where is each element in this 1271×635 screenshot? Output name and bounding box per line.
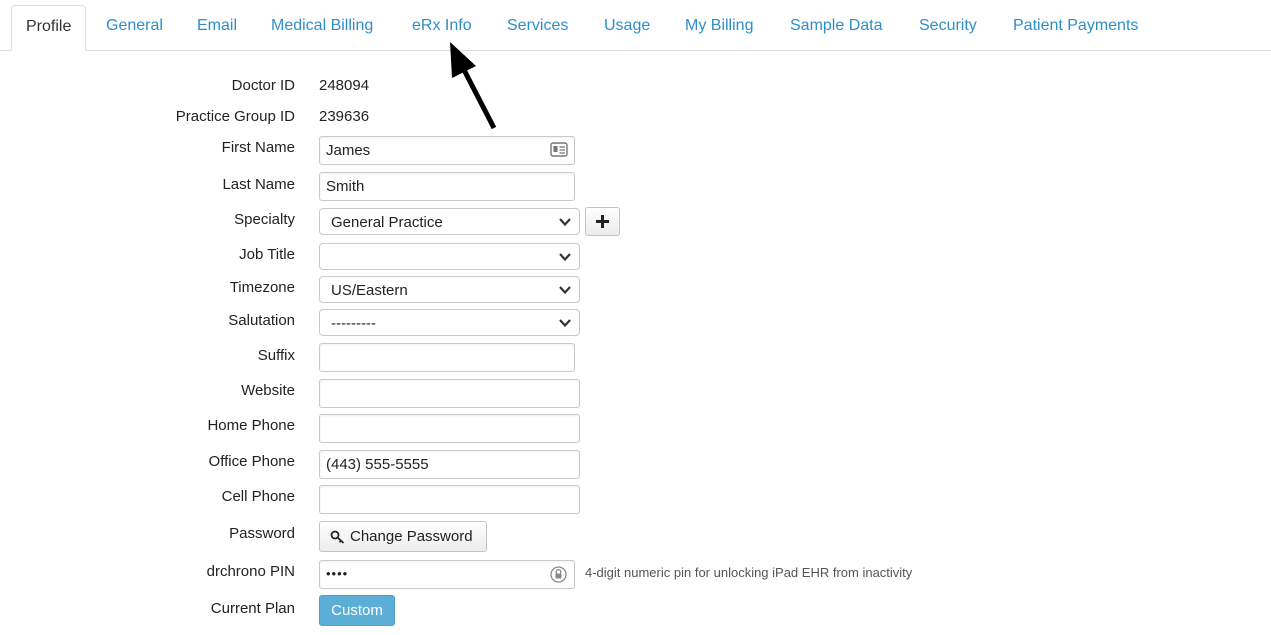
password-label: Password xyxy=(229,525,295,542)
tab-profile[interactable]: Profile xyxy=(11,5,87,51)
lock-icon xyxy=(550,566,567,583)
contact-card-icon xyxy=(550,142,568,157)
tab-usage[interactable]: Usage xyxy=(604,17,650,35)
pin-value: •••• xyxy=(326,566,349,581)
annotation-arrow-icon xyxy=(450,42,497,130)
tab-patient-payments[interactable]: Patient Payments xyxy=(1013,17,1138,35)
doctor-id-label: Doctor ID xyxy=(231,77,295,94)
settings-tabs: Profile General Email Medical Billing eR… xyxy=(0,0,1271,51)
last-name-value: Smith xyxy=(326,178,365,195)
chevron-down-icon xyxy=(559,319,571,328)
tab-medical-billing[interactable]: Medical Billing xyxy=(271,17,373,35)
chevron-down-icon xyxy=(559,218,571,227)
plus-icon xyxy=(596,215,609,228)
key-icon xyxy=(330,530,345,544)
tab-security[interactable]: Security xyxy=(919,17,977,35)
first-name-value: James xyxy=(326,142,371,159)
tab-email[interactable]: Email xyxy=(197,17,237,35)
suffix-label: Suffix xyxy=(257,347,295,364)
practice-group-id-label: Practice Group ID xyxy=(175,108,295,125)
website-input[interactable] xyxy=(319,379,580,408)
office-phone-label: Office Phone xyxy=(208,453,295,470)
office-phone-value: (443) 555-5555 xyxy=(326,456,429,473)
salutation-label: Salutation xyxy=(228,312,295,329)
specialty-label: Specialty xyxy=(234,211,295,228)
salutation-value: --------- xyxy=(331,315,376,332)
office-phone-input[interactable]: (443) 555-5555 xyxy=(319,450,580,479)
practice-group-id-value: 239636 xyxy=(319,108,370,125)
tab-erx-info[interactable]: eRx Info xyxy=(412,17,472,35)
suffix-input[interactable] xyxy=(319,343,575,372)
first-name-input[interactable]: James xyxy=(319,136,575,165)
first-name-label: First Name xyxy=(221,139,295,156)
cell-phone-input[interactable] xyxy=(319,485,580,514)
timezone-select[interactable]: US/Eastern xyxy=(319,276,580,303)
pin-input[interactable]: •••• xyxy=(319,560,575,589)
current-plan-button[interactable]: Custom xyxy=(319,595,395,626)
specialty-select[interactable]: General Practice xyxy=(319,208,580,235)
home-phone-label: Home Phone xyxy=(207,417,295,434)
chevron-down-icon xyxy=(559,286,571,295)
pin-help-text: 4-digit numeric pin for unlocking iPad E… xyxy=(585,565,913,580)
cell-phone-label: Cell Phone xyxy=(221,488,295,505)
change-password-button[interactable]: Change Password xyxy=(319,521,487,552)
chevron-down-icon xyxy=(559,253,571,262)
add-specialty-button[interactable] xyxy=(585,207,620,236)
tab-sample-data[interactable]: Sample Data xyxy=(790,17,883,35)
tab-my-billing[interactable]: My Billing xyxy=(685,17,753,35)
current-plan-label: Current Plan xyxy=(210,600,295,617)
job-title-select[interactable] xyxy=(319,243,580,270)
job-title-label: Job Title xyxy=(239,246,295,263)
pin-label: drchrono PIN xyxy=(206,563,295,580)
change-password-label: Change Password xyxy=(350,528,473,545)
doctor-id-value: 248094 xyxy=(319,77,370,94)
timezone-value: US/Eastern xyxy=(331,282,408,299)
tab-services[interactable]: Services xyxy=(507,17,568,35)
tab-general[interactable]: General xyxy=(106,17,163,35)
last-name-label: Last Name xyxy=(222,176,295,193)
timezone-label: Timezone xyxy=(229,279,295,296)
salutation-select[interactable]: --------- xyxy=(319,309,580,336)
specialty-value: General Practice xyxy=(331,214,443,231)
website-label: Website xyxy=(241,382,295,399)
last-name-input[interactable]: Smith xyxy=(319,172,575,201)
home-phone-input[interactable] xyxy=(319,414,580,443)
